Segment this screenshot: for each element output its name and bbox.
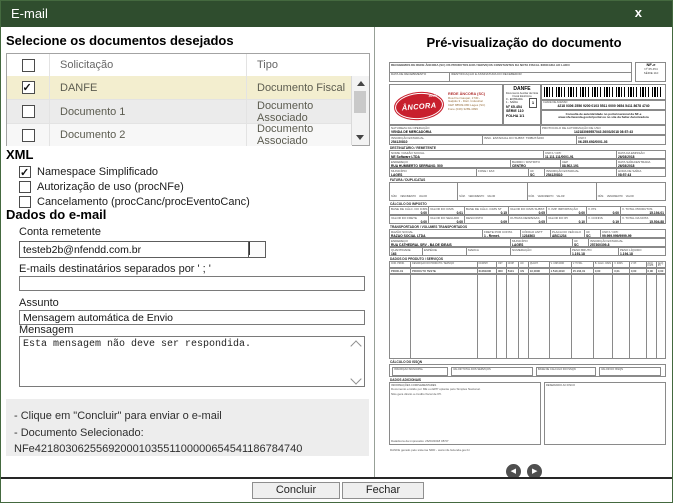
column-header-tipo: Tipo bbox=[247, 59, 352, 71]
concluir-button[interactable]: Concluir bbox=[252, 482, 340, 499]
documents-heading: Selecione os documentos desejados bbox=[6, 33, 234, 48]
row-tipo: Documento Associado bbox=[247, 123, 352, 147]
scroll-thumb[interactable] bbox=[354, 91, 366, 113]
xml-heading: XML bbox=[6, 147, 33, 162]
destinatarios-label: E-mails destinatários separados por ' ; … bbox=[19, 263, 211, 275]
row-tipo: Documento Associado bbox=[247, 100, 352, 124]
mensagem-textarea[interactable]: Esta mensagem não deve ser respondida. bbox=[19, 336, 365, 387]
xml-option: Autorização de uso (procNFe) bbox=[19, 181, 184, 193]
conta-remetente-value: testeb2b@nfendd.com.br bbox=[23, 244, 141, 256]
transportador-row-1: RAZÃO SOCIALRAZAO SOCIAL LTDAFRETE POR C… bbox=[389, 229, 666, 238]
produtos-header-row: CÓD. PROD.DESCRIÇÃO DO PRODUTO / SERVIÇO… bbox=[389, 261, 666, 268]
xml-checkbox[interactable] bbox=[19, 181, 31, 193]
table-row[interactable]: Documento 1 Documento Associado bbox=[7, 100, 352, 124]
close-icon[interactable]: x bbox=[635, 5, 642, 20]
row-solicitacao: Documento 1 bbox=[50, 100, 247, 123]
issqn-row: INSCRIÇÃO MUNICIPALVALOR TOTAL DOS SERVI… bbox=[389, 364, 666, 377]
scroll-down-icon[interactable] bbox=[356, 135, 364, 140]
info-line-2: - Documento Selecionado: bbox=[14, 425, 365, 442]
row-checkbox[interactable] bbox=[22, 129, 35, 142]
row-solicitacao: Documento 2 bbox=[50, 124, 247, 146]
combo-dropdown-button[interactable] bbox=[248, 242, 265, 257]
produtos-empty-body bbox=[389, 274, 666, 359]
barcode-box bbox=[541, 84, 666, 100]
chave-box: CHAVE DE ACESSO 4218 0306 2556 9200 0103… bbox=[541, 100, 666, 110]
fatura-row: NÚM.VENCIMENTOVALOR 96776166 06/05/2018 … bbox=[389, 182, 666, 201]
nfe-mini-box: NF-e Nº 65.454 SÉRIE 110 bbox=[635, 62, 666, 82]
informacoes-complementares-box: INFORMAÇÕES COMPLEMENTARES Documento emi… bbox=[389, 382, 541, 445]
footer-bar: Concluir Fechar bbox=[1, 477, 672, 502]
mensagem-label: Mensagem bbox=[19, 324, 73, 336]
row-checkbox[interactable] bbox=[22, 105, 35, 118]
inscricao-row: INSCRIÇÃO ESTADUAL 254120810 INSC. ESTAD… bbox=[389, 135, 666, 145]
selected-document-key: NFe4218030625569200010355110000065454118… bbox=[14, 441, 365, 458]
imposto-row-1: BASE DE CÁLC. DO ICMS0,00VALOR DO ICMS0,… bbox=[389, 206, 666, 215]
xml-checkbox[interactable] bbox=[19, 166, 31, 178]
imposto-row-2: VALOR DO FRETE0,00VALOR DO SEGURO0,00DES… bbox=[389, 215, 666, 224]
fechar-button[interactable]: Fechar bbox=[342, 482, 424, 499]
destinatario-row-2: ENDEREÇORUA HUMBERTO SERRANO, 500BAIRRO … bbox=[389, 159, 666, 168]
assunto-label: Assunto bbox=[19, 297, 59, 309]
documents-table: Solicitação Tipo DANFE Documento Fiscal … bbox=[6, 53, 370, 146]
info-box: - Clique em "Concluir" para enviar o e-m… bbox=[6, 399, 369, 456]
left-panel: Selecione os documentos desejados Solici… bbox=[1, 27, 375, 477]
table-row[interactable]: DANFE Documento Fiscal bbox=[7, 76, 352, 100]
danfe-title-box: DANFE Documento Auxiliar da Nota Fiscal … bbox=[503, 84, 541, 125]
email-data-heading: Dados do e-mail bbox=[6, 207, 106, 222]
doc-footer-text: DANFE gerado pelo sistema NDD - www.nfe.… bbox=[390, 448, 470, 452]
conta-remetente-label: Conta remetente bbox=[19, 226, 101, 238]
receipt-strip: RECEBEMOS DE REDE ÂNCORA (SC) OS PRODUTO… bbox=[389, 62, 632, 82]
transportador-row-3: QUANTIDADE163ESPÉCIEMARCANUMERAÇÃOPESO B… bbox=[389, 247, 666, 256]
emitente-box: ÂNCORA Rede REDE ÂNCORA (SC) Rua Frei Ga… bbox=[389, 84, 503, 125]
reservado-fisco-box: RESERVADO AO FISCO bbox=[544, 382, 666, 445]
destinatario-row-1: NOME / RAZÃO SOCIALNE Software LTDACNPJ … bbox=[389, 150, 666, 159]
assunto-input[interactable] bbox=[19, 310, 365, 325]
barcode bbox=[544, 87, 663, 97]
row-checkbox[interactable] bbox=[22, 81, 35, 94]
natureza-row: NATUREZA DA OPERAÇÃO VENDA DE MERCADORIA… bbox=[389, 125, 666, 135]
danfe-document-preview: RECEBEMOS DE REDE ÂNCORA (SC) OS PRODUTO… bbox=[389, 60, 666, 452]
select-all-cell bbox=[7, 54, 50, 76]
xml-option: Namespace Simplificado bbox=[19, 166, 158, 178]
column-header-solicitacao: Solicitação bbox=[50, 54, 247, 76]
row-tipo: Documento Fiscal bbox=[247, 82, 352, 94]
preview-panel: Pré-visualização do documento RECEBEMOS … bbox=[376, 27, 672, 477]
destinatarios-input[interactable] bbox=[19, 276, 365, 291]
chevron-down-icon bbox=[249, 242, 250, 255]
table-header: Solicitação Tipo bbox=[7, 54, 352, 77]
select-all-checkbox[interactable] bbox=[22, 59, 35, 72]
consulta-box: Consulta de autenticidade no portal naci… bbox=[541, 110, 666, 125]
title-bar: E-mail x bbox=[1, 1, 672, 27]
ancora-logo: ÂNCORA Rede bbox=[393, 90, 445, 122]
row-solicitacao: DANFE bbox=[50, 76, 247, 99]
xml-option-label: Namespace Simplificado bbox=[37, 166, 158, 178]
info-line-1: - Clique em "Concluir" para enviar o e-m… bbox=[14, 408, 365, 425]
table-rows: DANFE Documento Fiscal Documento 1 Docum… bbox=[7, 76, 352, 145]
destinatario-row-3: MUNICÍPIOLAGESFONE / FAXUFSCINSCRIÇÃO ES… bbox=[389, 168, 666, 177]
table-scrollbar[interactable] bbox=[351, 76, 369, 145]
dialog-title: E-mail bbox=[11, 6, 48, 21]
preview-heading: Pré-visualização do documento bbox=[376, 35, 672, 50]
scroll-up-icon[interactable] bbox=[357, 81, 365, 86]
conta-remetente-select[interactable]: testeb2b@nfendd.com.br bbox=[19, 241, 266, 258]
xml-option-label: Autorização de uso (procNFe) bbox=[37, 181, 184, 193]
email-dialog: E-mail x Selecione os documentos desejad… bbox=[0, 0, 673, 503]
table-row[interactable]: Documento 2 Documento Associado bbox=[7, 124, 352, 146]
transportador-row-2: ENDEREÇORUA CATHEDRAL SRV - BA DE IDEAIS… bbox=[389, 238, 666, 247]
